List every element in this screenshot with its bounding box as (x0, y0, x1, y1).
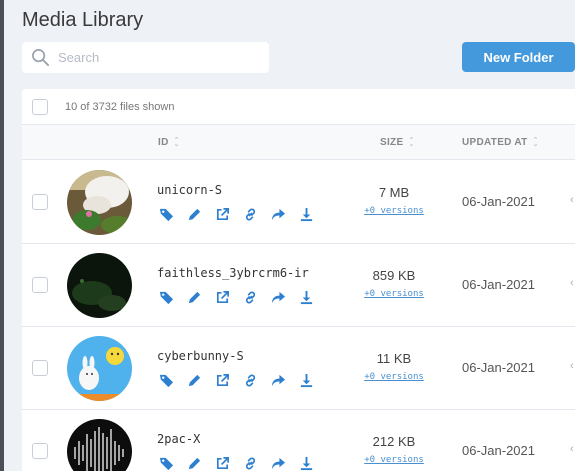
tag-icon[interactable] (159, 373, 174, 388)
row-checkbox[interactable] (32, 194, 48, 210)
tag-icon[interactable] (159, 290, 174, 305)
link-icon[interactable] (243, 290, 258, 305)
versions-link[interactable]: +0 versions (354, 206, 434, 216)
updated-date: 06-Jan-2021 (462, 194, 535, 209)
search-icon (32, 49, 50, 67)
pencil-icon[interactable] (187, 290, 202, 305)
new-folder-button[interactable]: New Folder (462, 42, 575, 72)
download-icon[interactable] (299, 207, 314, 222)
updated-date: 06-Jan-2021 (462, 277, 535, 292)
share-icon[interactable] (271, 207, 286, 222)
file-size: 7 MB (378, 185, 410, 200)
versions-link[interactable]: +0 versions (354, 372, 434, 382)
row-actions (159, 373, 314, 388)
files-count: 10 of 3732 files shown (65, 100, 175, 113)
page-title: Media Library (22, 9, 144, 31)
tag-icon[interactable] (159, 456, 174, 471)
row-checkbox[interactable] (32, 277, 48, 293)
table-row[interactable]: unicorn-S 7 MB +0 versions 06-Jan-2021 ‹ (22, 161, 575, 244)
file-thumbnail[interactable] (67, 170, 132, 235)
sort-icon: ⌃ ⌄ (532, 136, 539, 148)
table-row[interactable]: cyberbunny-S 11 KB +0 versions 06-Jan-20… (22, 327, 575, 410)
row-actions (159, 207, 314, 222)
file-id: faithless_3ybrcrm6-ir (157, 266, 309, 280)
link-icon[interactable] (243, 456, 258, 471)
chevron-left-icon[interactable]: ‹ (570, 360, 575, 372)
column-header-id-label: ID (158, 137, 169, 148)
versions-link[interactable]: +0 versions (354, 289, 434, 299)
count-row: 10 of 3732 files shown (22, 89, 575, 125)
external-link-icon[interactable] (215, 456, 230, 471)
tag-icon[interactable] (159, 207, 174, 222)
table-row[interactable]: 2pac-X 212 KB +0 versions 06-Jan-2021 ‹ (22, 410, 575, 471)
row-checkbox[interactable] (32, 360, 48, 376)
file-thumbnail[interactable] (67, 253, 132, 318)
link-icon[interactable] (243, 373, 258, 388)
file-size: 11 KB (376, 351, 412, 366)
external-link-icon[interactable] (215, 373, 230, 388)
files-panel: 10 of 3732 files shown ID ⌃ ⌄ SIZE ⌃ ⌄ UPD… (22, 89, 575, 471)
sort-icon: ⌃ ⌄ (408, 136, 415, 148)
chevron-left-icon[interactable]: ‹ (570, 277, 575, 289)
share-icon[interactable] (271, 290, 286, 305)
pencil-icon[interactable] (187, 373, 202, 388)
pencil-icon[interactable] (187, 456, 202, 471)
share-icon[interactable] (271, 373, 286, 388)
window-edge (0, 0, 4, 471)
file-thumbnail[interactable] (67, 336, 132, 401)
file-size: 212 KB (372, 434, 416, 449)
share-icon[interactable] (271, 456, 286, 471)
column-header-size-label: SIZE (380, 137, 404, 148)
download-icon[interactable] (299, 373, 314, 388)
column-header-id[interactable]: ID ⌃ ⌄ (158, 136, 180, 149)
column-header-updated[interactable]: UPDATED AT ⌃ ⌄ (462, 136, 539, 149)
row-actions (159, 290, 314, 305)
column-header-size[interactable]: SIZE ⌃ ⌄ (380, 136, 415, 149)
chevron-left-icon[interactable]: ‹ (570, 443, 575, 455)
file-thumbnail[interactable] (67, 419, 132, 471)
versions-link[interactable]: +0 versions (354, 455, 434, 465)
row-checkbox[interactable] (32, 443, 48, 459)
table-row[interactable]: faithless_3ybrcrm6-ir 859 KB +0 versions… (22, 244, 575, 327)
external-link-icon[interactable] (215, 207, 230, 222)
external-link-icon[interactable] (215, 290, 230, 305)
select-all-checkbox[interactable] (32, 98, 48, 115)
search-input[interactable] (58, 50, 248, 65)
table-header: ID ⌃ ⌄ SIZE ⌃ ⌄ UPDATED AT ⌃ ⌄ (22, 125, 575, 160)
chevron-left-icon[interactable]: ‹ (570, 194, 575, 206)
download-icon[interactable] (299, 456, 314, 471)
file-id: cyberbunny-S (157, 349, 244, 363)
pencil-icon[interactable] (187, 207, 202, 222)
download-icon[interactable] (299, 290, 314, 305)
link-icon[interactable] (243, 207, 258, 222)
column-header-updated-label: UPDATED AT (462, 137, 528, 148)
search-box[interactable] (22, 42, 269, 73)
sort-icon: ⌃ ⌄ (173, 136, 180, 148)
row-actions (159, 456, 314, 471)
file-id: unicorn-S (157, 183, 223, 197)
updated-date: 06-Jan-2021 (462, 443, 535, 458)
file-size: 859 KB (372, 268, 416, 283)
file-id: 2pac-X (157, 432, 201, 446)
updated-date: 06-Jan-2021 (462, 360, 535, 375)
